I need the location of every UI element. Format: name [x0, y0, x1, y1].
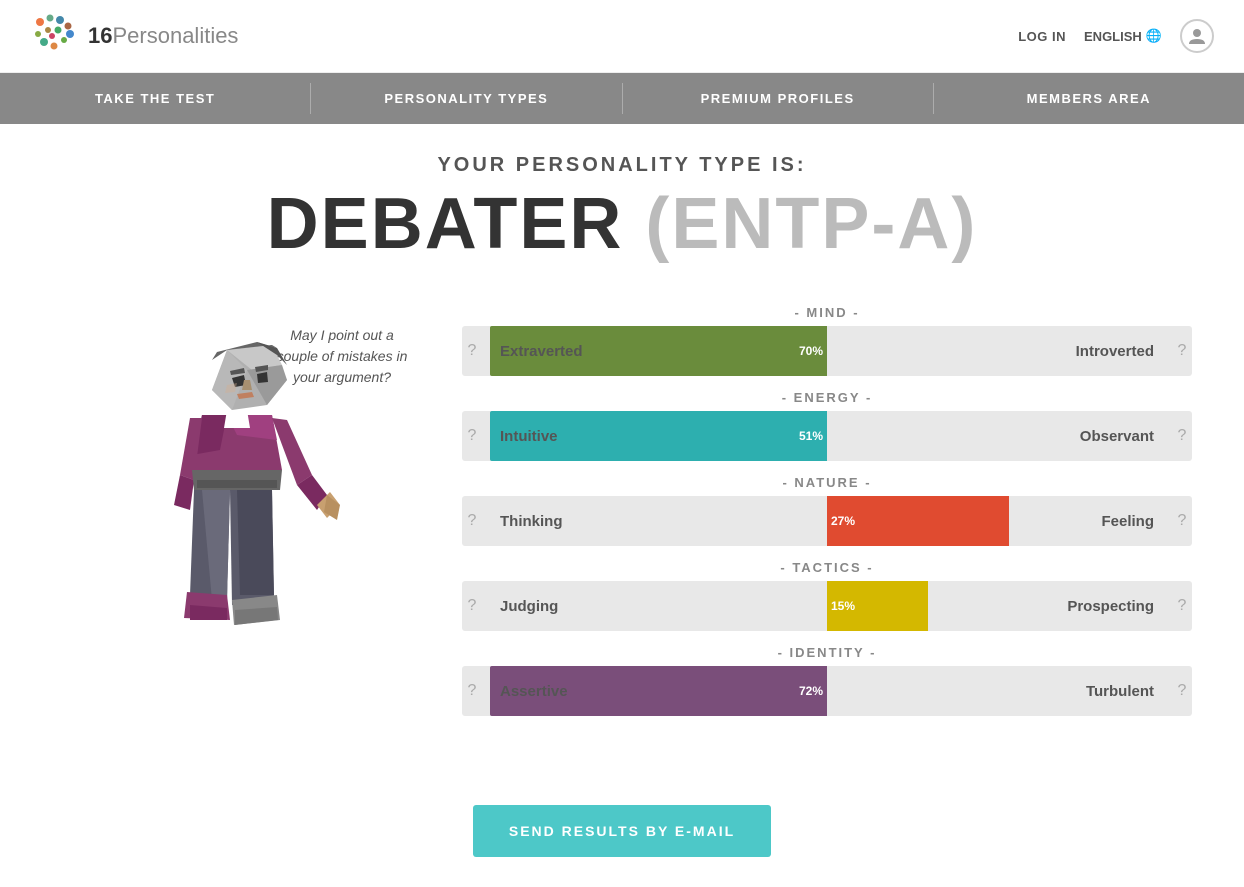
trait-row-1: ? Intuitive Observant 51%?: [462, 411, 1192, 461]
trait-category-2: - NATURE -: [462, 475, 1192, 490]
trait-bar-fill-3: 15%: [827, 581, 928, 631]
personality-code: (ENTP-A): [645, 184, 977, 264]
trait-section-3: - TACTICS -? Judging Prospecting 15%?: [462, 560, 1192, 631]
trait-help-right-2[interactable]: ?: [1172, 512, 1192, 530]
trait-help-left-0[interactable]: ?: [462, 342, 482, 360]
trait-help-right-4[interactable]: ?: [1172, 682, 1192, 700]
trait-percent-0: 70%: [799, 344, 823, 358]
trait-category-1: - ENERGY -: [462, 390, 1192, 405]
trait-percent-3: 15%: [831, 599, 855, 613]
trait-help-left-2[interactable]: ?: [462, 512, 482, 530]
main-content: YOUR PERSONALITY TYPE IS: DEBATER (ENTP-…: [32, 124, 1212, 887]
trait-percent-4: 72%: [799, 684, 823, 698]
trait-right-label-1: Observant: [1080, 428, 1154, 445]
main-nav: TAKE THE TEST PERSONALITY TYPES PREMIUM …: [0, 73, 1244, 124]
nav-members-area[interactable]: MEMBERS AREA: [934, 73, 1244, 124]
trait-category-4: - IDENTITY -: [462, 645, 1192, 660]
traits-area: - MIND -? Extraverted Introverted 70%? - ENE…: [462, 305, 1192, 724]
user-icon: [1188, 27, 1206, 45]
login-button[interactable]: LOG IN: [1018, 29, 1066, 44]
trait-row-4: ? Assertive Turbulent 72%?: [462, 666, 1192, 716]
user-avatar-button[interactable]: [1180, 19, 1214, 53]
nav-take-test[interactable]: TAKE THE TEST: [0, 73, 310, 124]
result-subtitle: YOUR PERSONALITY TYPE IS:: [52, 154, 1192, 177]
trait-left-label-4: Assertive: [500, 683, 568, 700]
trait-right-label-4: Turbulent: [1086, 683, 1154, 700]
trait-bar-3: Judging Prospecting 15%: [490, 581, 1164, 631]
trait-percent-2: 27%: [831, 514, 855, 528]
character-svg: [72, 310, 392, 770]
send-btn-area: SEND RESULTS BY E-MAIL: [52, 805, 1192, 857]
nav-premium-profiles[interactable]: PREMIUM PROFILES: [623, 73, 933, 124]
header-actions: LOG IN ENGLISH 🌐: [1018, 19, 1214, 53]
personality-header: YOUR PERSONALITY TYPE IS: DEBATER (ENTP-…: [52, 154, 1192, 265]
logo-area[interactable]: 16Personalities: [30, 12, 238, 60]
trait-section-2: - NATURE -? Thinking Feeling 27%?: [462, 475, 1192, 546]
site-header: 16Personalities LOG IN ENGLISH 🌐: [0, 0, 1244, 73]
send-results-button[interactable]: SEND RESULTS BY E-MAIL: [473, 805, 771, 857]
nav-personality-types[interactable]: PERSONALITY TYPES: [311, 73, 621, 124]
trait-bar-1: Intuitive Observant 51%: [490, 411, 1164, 461]
trait-row-0: ? Extraverted Introverted 70%?: [462, 326, 1192, 376]
trait-right-label-0: Introverted: [1076, 343, 1154, 360]
trait-bar-fill-2: 27%: [827, 496, 1009, 546]
trait-right-label-3: Prospecting: [1067, 598, 1154, 615]
trait-left-label-0: Extraverted: [500, 343, 583, 360]
trait-category-3: - TACTICS -: [462, 560, 1192, 575]
trait-help-right-0[interactable]: ?: [1172, 342, 1192, 360]
trait-row-2: ? Thinking Feeling 27%?: [462, 496, 1192, 546]
character-area: May I point out a couple of mistakes in …: [52, 295, 432, 775]
trait-left-label-2: Thinking: [500, 513, 563, 530]
language-selector[interactable]: ENGLISH 🌐: [1084, 28, 1162, 44]
site-name: 16Personalities: [88, 23, 238, 49]
trait-help-left-3[interactable]: ?: [462, 597, 482, 615]
content-area: May I point out a couple of mistakes in …: [52, 295, 1192, 775]
trait-section-1: - ENERGY -? Intuitive Observant 51%?: [462, 390, 1192, 461]
trait-right-label-2: Feeling: [1101, 513, 1154, 530]
logo-icon: [30, 12, 78, 60]
trait-bar-4: Assertive Turbulent 72%: [490, 666, 1164, 716]
personality-name: DEBATER: [267, 184, 624, 264]
trait-bar-0: Extraverted Introverted 70%: [490, 326, 1164, 376]
trait-left-label-3: Judging: [500, 598, 558, 615]
trait-section-4: - IDENTITY -? Assertive Turbulent 72%?: [462, 645, 1192, 716]
trait-section-0: - MIND -? Extraverted Introverted 70%?: [462, 305, 1192, 376]
trait-bar-2: Thinking Feeling 27%: [490, 496, 1164, 546]
trait-left-label-1: Intuitive: [500, 428, 558, 445]
character-figure: [72, 310, 392, 775]
globe-icon: 🌐: [1146, 28, 1162, 44]
trait-help-right-1[interactable]: ?: [1172, 427, 1192, 445]
trait-help-left-4[interactable]: ?: [462, 682, 482, 700]
trait-help-left-1[interactable]: ?: [462, 427, 482, 445]
trait-category-0: - MIND -: [462, 305, 1192, 320]
result-title: DEBATER (ENTP-A): [52, 183, 1192, 265]
trait-percent-1: 51%: [799, 429, 823, 443]
trait-help-right-3[interactable]: ?: [1172, 597, 1192, 615]
trait-row-3: ? Judging Prospecting 15%?: [462, 581, 1192, 631]
